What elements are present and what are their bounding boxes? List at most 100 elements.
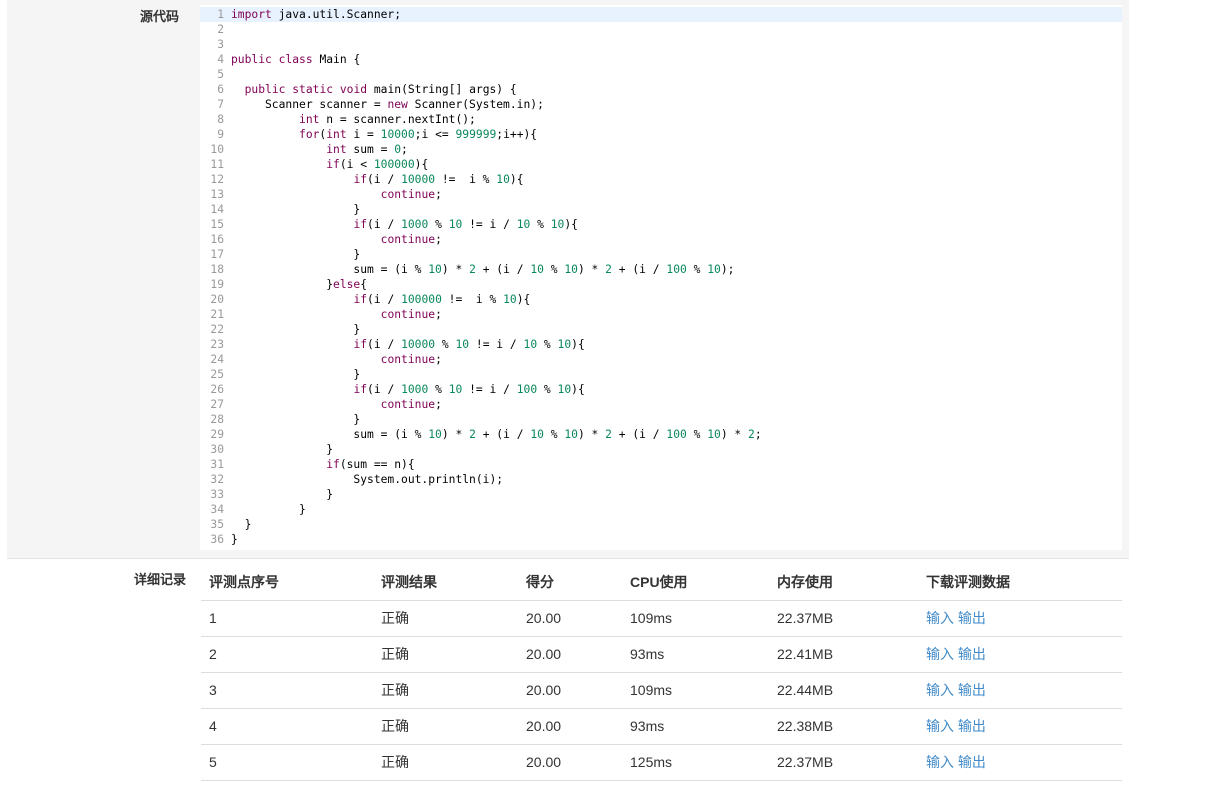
code-line[interactable]: 4 public class Main { [200,52,1122,67]
memory-cell: 22.38MB [777,718,834,734]
download-input-link[interactable]: 输入 [926,718,954,734]
code-line[interactable]: 24 continue; [200,352,1122,367]
code-line[interactable]: 5 [200,67,1122,82]
code-line[interactable]: 11 if(i < 100000){ [200,157,1122,172]
line-number: 6 [217,83,224,96]
table-row: 3 正确 20.00 109ms 22.44MB 输入 输出 [201,673,1122,709]
cpu-cell: 109ms [630,610,673,626]
source-code-label: 源代码 [139,9,179,24]
code-line[interactable]: 19 }else{ [200,277,1122,292]
code-text: if(i / 10000 % 10 != i / 10 % 10){ [353,338,585,351]
code-text: continue; [380,308,442,321]
download-output-link[interactable]: 输出 [958,610,986,626]
result-cell: 正确 [381,646,409,662]
test-id-cell: 3 [209,682,217,698]
code-line[interactable]: 10 int sum = 0; [200,142,1122,157]
code-text: continue; [380,188,442,201]
code-text: public static void main(String[] args) { [244,83,517,96]
code-text: if(i / 100000 != i % 10){ [353,293,531,306]
code-line[interactable]: 14 } [200,202,1122,217]
code-line[interactable]: 18 sum = (i % 10) * 2 + (i / 10 % 10) * … [200,262,1122,277]
code-line[interactable]: 25 } [200,367,1122,382]
test-id-cell: 5 [209,754,217,770]
download-cell: 输入 输出 [926,601,986,636]
code-text: } [231,503,306,516]
code-line[interactable]: 35 } [200,517,1122,532]
line-number: 1 [217,8,224,21]
code-line[interactable]: 34 } [200,502,1122,517]
download-input-link[interactable]: 输入 [926,610,954,626]
code-text: import java.util.Scanner; [231,8,402,21]
code-text: int sum = 0; [326,143,408,156]
download-output-link[interactable]: 输出 [958,754,986,770]
code-text: } [231,203,361,216]
cpu-cell: 93ms [630,718,665,734]
code-line[interactable]: 33 } [200,487,1122,502]
line-number: 35 [210,518,224,531]
score-cell: 20.00 [526,718,562,734]
line-number: 25 [210,368,224,381]
code-line[interactable]: 22 } [200,322,1122,337]
download-input-link[interactable]: 输入 [926,754,954,770]
code-line[interactable]: 27 continue; [200,397,1122,412]
code-line[interactable]: 3 [200,37,1122,52]
code-editor[interactable]: 1 import java.util.Scanner; 2 3 4 public clas… [200,5,1122,550]
line-number: 19 [210,278,224,291]
code-line[interactable]: 36} [200,532,1122,547]
code-text: } [231,533,238,546]
header-cpu: CPU使用 [630,574,688,590]
code-line[interactable]: 2 [200,22,1122,37]
code-line[interactable]: 32 System.out.println(i); [200,472,1122,487]
line-number: 30 [210,443,224,456]
download-output-link[interactable]: 输出 [958,646,986,662]
line-number: 21 [210,308,224,321]
code-line[interactable]: 28 } [200,412,1122,427]
memory-cell: 22.41MB [777,646,834,662]
download-input-link[interactable]: 输入 [926,682,954,698]
code-text: Scanner scanner = new Scanner(System.in)… [231,98,544,111]
code-line[interactable]: 23 if(i / 10000 % 10 != i / 10 % 10){ [200,337,1122,352]
code-line[interactable]: 8 int n = scanner.nextInt(); [200,112,1122,127]
line-number: 24 [210,353,224,366]
code-text: continue; [380,398,442,411]
line-number: 26 [210,383,224,396]
code-text: System.out.println(i); [231,473,504,486]
code-line[interactable]: 12 if(i / 10000 != i % 10){ [200,172,1122,187]
code-line[interactable]: 21 continue; [200,307,1122,322]
test-id-cell: 1 [209,610,217,626]
line-number: 3 [217,38,224,51]
code-line[interactable]: 1 import java.util.Scanner; [200,7,1122,22]
memory-cell: 22.37MB [777,610,834,626]
code-line[interactable]: 26 if(i / 1000 % 10 != i / 100 % 10){ [200,382,1122,397]
code-text: }else{ [231,278,368,291]
code-text: } [231,368,361,381]
code-text: public class Main { [231,53,361,66]
line-number: 27 [210,398,224,411]
header-score: 得分 [526,574,554,590]
line-number: 32 [210,473,224,486]
download-output-link[interactable]: 输出 [958,682,986,698]
code-line[interactable]: 15 if(i / 1000 % 10 != i / 10 % 10){ [200,217,1122,232]
code-line[interactable]: 6 public static void main(String[] args)… [200,82,1122,97]
code-line[interactable]: 17 } [200,247,1122,262]
code-line[interactable]: 9 for(int i = 10000;i <= 999999;i++){ [200,127,1122,142]
line-number: 5 [217,68,224,81]
code-line[interactable]: 31 if(sum == n){ [200,457,1122,472]
code-text: } [231,518,252,531]
download-cell: 输入 输出 [926,637,986,672]
line-number: 28 [210,413,224,426]
code-line[interactable]: 16 continue; [200,232,1122,247]
line-number: 12 [210,173,224,186]
code-line[interactable]: 29 sum = (i % 10) * 2 + (i / 10 % 10) * … [200,427,1122,442]
line-number: 14 [210,203,224,216]
line-number: 17 [210,248,224,261]
code-text: } [231,443,334,456]
line-number: 13 [210,188,224,201]
line-number: 22 [210,323,224,336]
code-line[interactable]: 30 } [200,442,1122,457]
download-output-link[interactable]: 输出 [958,718,986,734]
code-line[interactable]: 7 Scanner scanner = new Scanner(System.i… [200,97,1122,112]
download-input-link[interactable]: 输入 [926,646,954,662]
code-line[interactable]: 13 continue; [200,187,1122,202]
code-line[interactable]: 20 if(i / 100000 != i % 10){ [200,292,1122,307]
